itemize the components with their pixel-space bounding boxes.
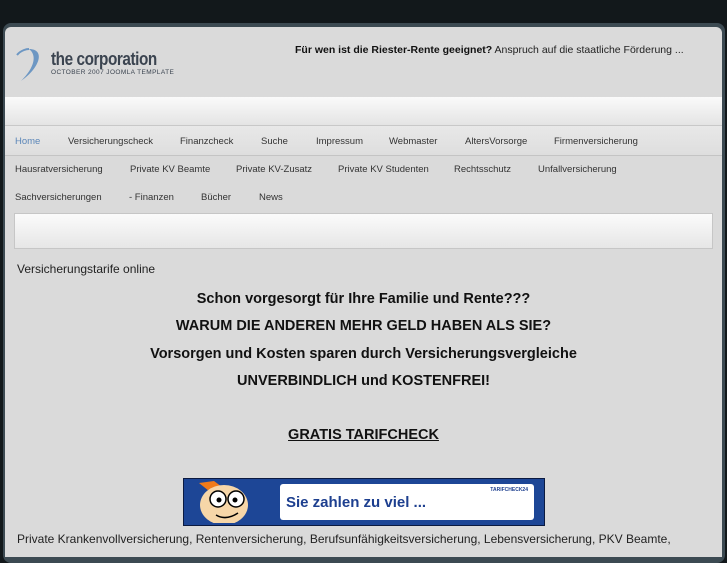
page: the corporation OCTOBER 2007 JOOMLA TEMP… [5,27,722,557]
nav-kv-studenten[interactable]: Private KV Studenten [338,164,429,175]
news-title[interactable]: Für wen ist die Riester-Rente geeignet? [295,44,492,56]
headline-3: Vorsorgen und Kosten sparen durch Versic… [150,346,577,362]
logo-icon [16,48,39,81]
nav-unfall[interactable]: Unfallversicherung [538,164,617,175]
newsflash[interactable]: Für wen ist die Riester-Rente geeignet? … [295,44,684,56]
nav-versicherungscheck[interactable]: Versicherungscheck [68,136,153,147]
news-text: Anspruch auf die staatliche Förderung ..… [492,44,684,56]
nav-firmenversicherung[interactable]: Firmenversicherung [554,136,638,147]
nav-altersvorsorge[interactable]: AltersVorsorge [465,136,527,147]
cartoon-face-icon [199,481,248,523]
keywords-text: Private Krankenvollversicherung, Rentenv… [17,532,671,546]
banner-logo: TARIFCHECK24 [490,487,528,493]
nav-finanzen[interactable]: - Finanzen [129,192,174,203]
nav-row-1: Home Versicherungscheck Finanzcheck Such… [5,127,722,155]
header-band [5,97,722,126]
nav-impressum[interactable]: Impressum [316,136,363,147]
tarifcheck-link[interactable]: GRATIS TARIFCHECK [5,427,722,443]
nav-sachversicherungen[interactable]: Sachversicherungen [15,192,102,203]
nav-hausrat[interactable]: Hausratversicherung [15,164,103,175]
banner-text: Sie zahlen zu viel ... [286,494,427,511]
nav-suche[interactable]: Suche [261,136,288,147]
nav-finanzcheck[interactable]: Finanzcheck [180,136,233,147]
headline-1: Schon vorgesorgt für Ihre Familie und Re… [196,291,531,307]
nav-rechtsschutz[interactable]: Rechtsschutz [454,164,511,175]
nav-buecher[interactable]: Bücher [201,192,231,203]
nav-home[interactable]: Home [15,136,40,147]
nav-kv-zusatz[interactable]: Private KV-Zusatz [236,164,312,175]
nav-row-2: Hausratversicherung Private KV Beamte Pr… [5,155,722,183]
headline-4: UNVERBINDLICH und KOSTENFREI! [237,373,490,389]
site-brand[interactable]: the corporation [51,49,157,70]
breadcrumb-box [14,213,713,249]
nav-webmaster[interactable]: Webmaster [389,136,437,147]
tarifcheck-banner[interactable]: Sie zahlen zu viel ... TARIFCHECK24 [183,478,545,526]
page-subtitle: Versicherungstarife online [17,262,156,276]
nav-pkv-beamte[interactable]: Private KV Beamte [130,164,210,175]
nav-row-3: Sachversicherungen - Finanzen Bücher New… [5,183,722,211]
site-tagline: OCTOBER 2007 JOOMLA TEMPLATE [51,69,175,76]
headline-2: WARUM DIE ANDEREN MEHR GELD HABEN ALS SI… [175,318,552,334]
speech-bubble: Sie zahlen zu viel ... TARIFCHECK24 [280,484,534,520]
nav-news[interactable]: News [259,192,283,203]
